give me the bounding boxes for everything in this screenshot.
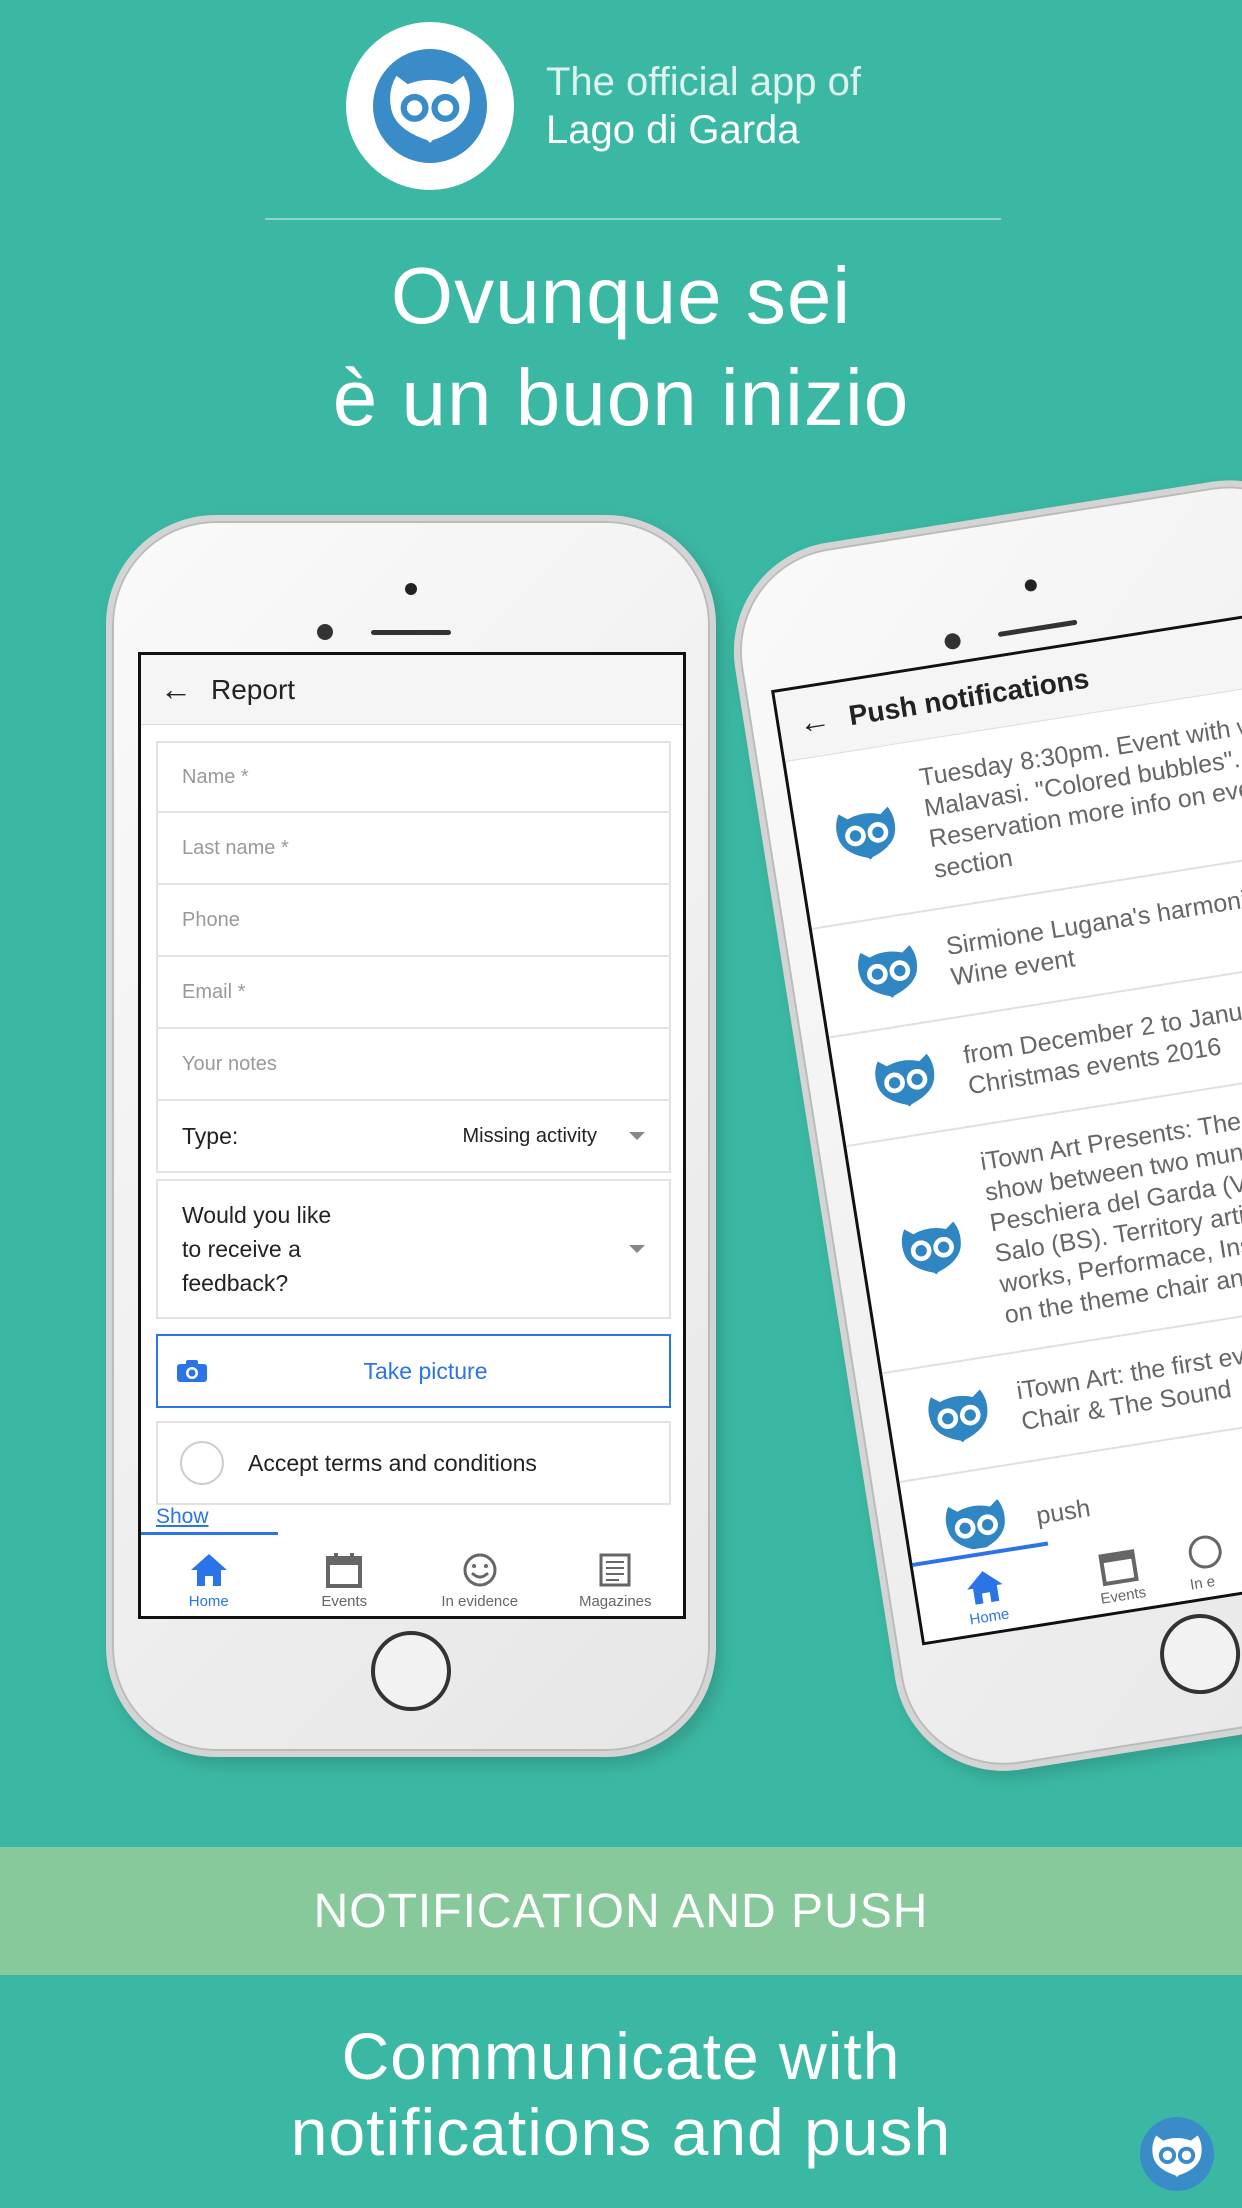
app-logo: [346, 22, 514, 190]
owl-icon: [832, 802, 902, 865]
accept-terms-checkbox[interactable]: Accept terms and conditions: [156, 1421, 671, 1505]
name-field[interactable]: Name *: [156, 741, 671, 813]
owl-icon: [871, 1049, 941, 1112]
feature-band: NOTIFICATION AND PUSH: [0, 1847, 1242, 1975]
accept-terms-label: Accept terms and conditions: [248, 1449, 537, 1476]
camera-icon: [177, 1360, 207, 1382]
show-terms-link[interactable]: Show: [156, 1505, 209, 1529]
last-name-field[interactable]: Last name *: [156, 813, 671, 885]
owl-logo-icon: [1151, 2132, 1203, 2177]
divider: [265, 218, 1001, 220]
email-field[interactable]: Email *: [156, 957, 671, 1029]
back-arrow-icon[interactable]: ←: [141, 671, 211, 708]
headline-line-2: è un buon inizio: [0, 352, 1242, 444]
smiley-icon: [1188, 1535, 1222, 1569]
type-select[interactable]: Type: Missing activity: [156, 1101, 671, 1173]
footer-line-2: notifications and push: [290, 2095, 952, 2169]
footer-line-1: Communicate with: [341, 2019, 901, 2093]
owl-icon: [854, 940, 924, 1003]
right-phone: ← Push notifications Tuesday 8:30pm. Eve…: [718, 464, 1242, 1787]
notes-field[interactable]: Your notes: [156, 1029, 671, 1101]
bottom-tab-bar: Home Events In evidence Magazines: [141, 1532, 683, 1616]
tab-magazines[interactable]: Magazines: [548, 1532, 684, 1616]
home-icon: [190, 1554, 227, 1586]
left-phone: ← Report Name * Last name * Phone Email …: [106, 515, 716, 1757]
radio-circle[interactable]: [180, 1441, 224, 1485]
feedback-select[interactable]: Would you like to receive a feedback?: [156, 1179, 671, 1319]
feedback-label: Would you like to receive a feedback?: [182, 1202, 332, 1296]
back-arrow-icon[interactable]: ←: [777, 698, 852, 745]
owl-icon: [897, 1216, 967, 1279]
tab-home[interactable]: Home: [912, 1542, 1058, 1642]
home-button[interactable]: [1154, 1608, 1242, 1700]
tab-in-evidence[interactable]: In e: [1180, 1499, 1242, 1599]
home-button[interactable]: [371, 1631, 451, 1711]
headline-line-1: Ovunque sei: [390, 251, 852, 340]
calendar-icon: [1098, 1549, 1140, 1587]
tab-events[interactable]: Events: [1046, 1521, 1192, 1621]
tab-in-evidence[interactable]: In evidence: [412, 1532, 548, 1616]
report-screen: ← Report Name * Last name * Phone Email …: [138, 652, 686, 1619]
owl-icon: [924, 1384, 994, 1447]
tab-events[interactable]: Events: [277, 1532, 413, 1616]
take-picture-label: Take picture: [363, 1357, 488, 1384]
smiley-icon: [463, 1553, 497, 1587]
tagline-line-2: Lago di Garda: [546, 108, 800, 152]
chevron-down-icon: [629, 1245, 645, 1253]
calendar-icon: [326, 1553, 363, 1588]
type-label: Type:: [182, 1122, 239, 1149]
chevron-down-icon: [629, 1132, 645, 1140]
push-notifications-screen: ← Push notifications Tuesday 8:30pm. Eve…: [771, 604, 1242, 1646]
headline-prefix: è un: [332, 353, 516, 442]
tab-home[interactable]: Home: [141, 1532, 277, 1616]
take-picture-button[interactable]: Take picture: [156, 1334, 671, 1408]
tagline-line-1: The official app of: [546, 60, 862, 104]
newspaper-icon: [599, 1553, 631, 1587]
screen-title: Report: [211, 673, 296, 705]
owl-logo-icon: [388, 70, 472, 143]
headline-bold: buon inizio: [515, 353, 910, 442]
type-value: Missing activity: [462, 1124, 597, 1147]
phone-field[interactable]: Phone: [156, 885, 671, 957]
app-header: ← Report: [141, 655, 683, 725]
mini-logo: [1140, 2117, 1214, 2191]
home-icon: [966, 1571, 1003, 1605]
